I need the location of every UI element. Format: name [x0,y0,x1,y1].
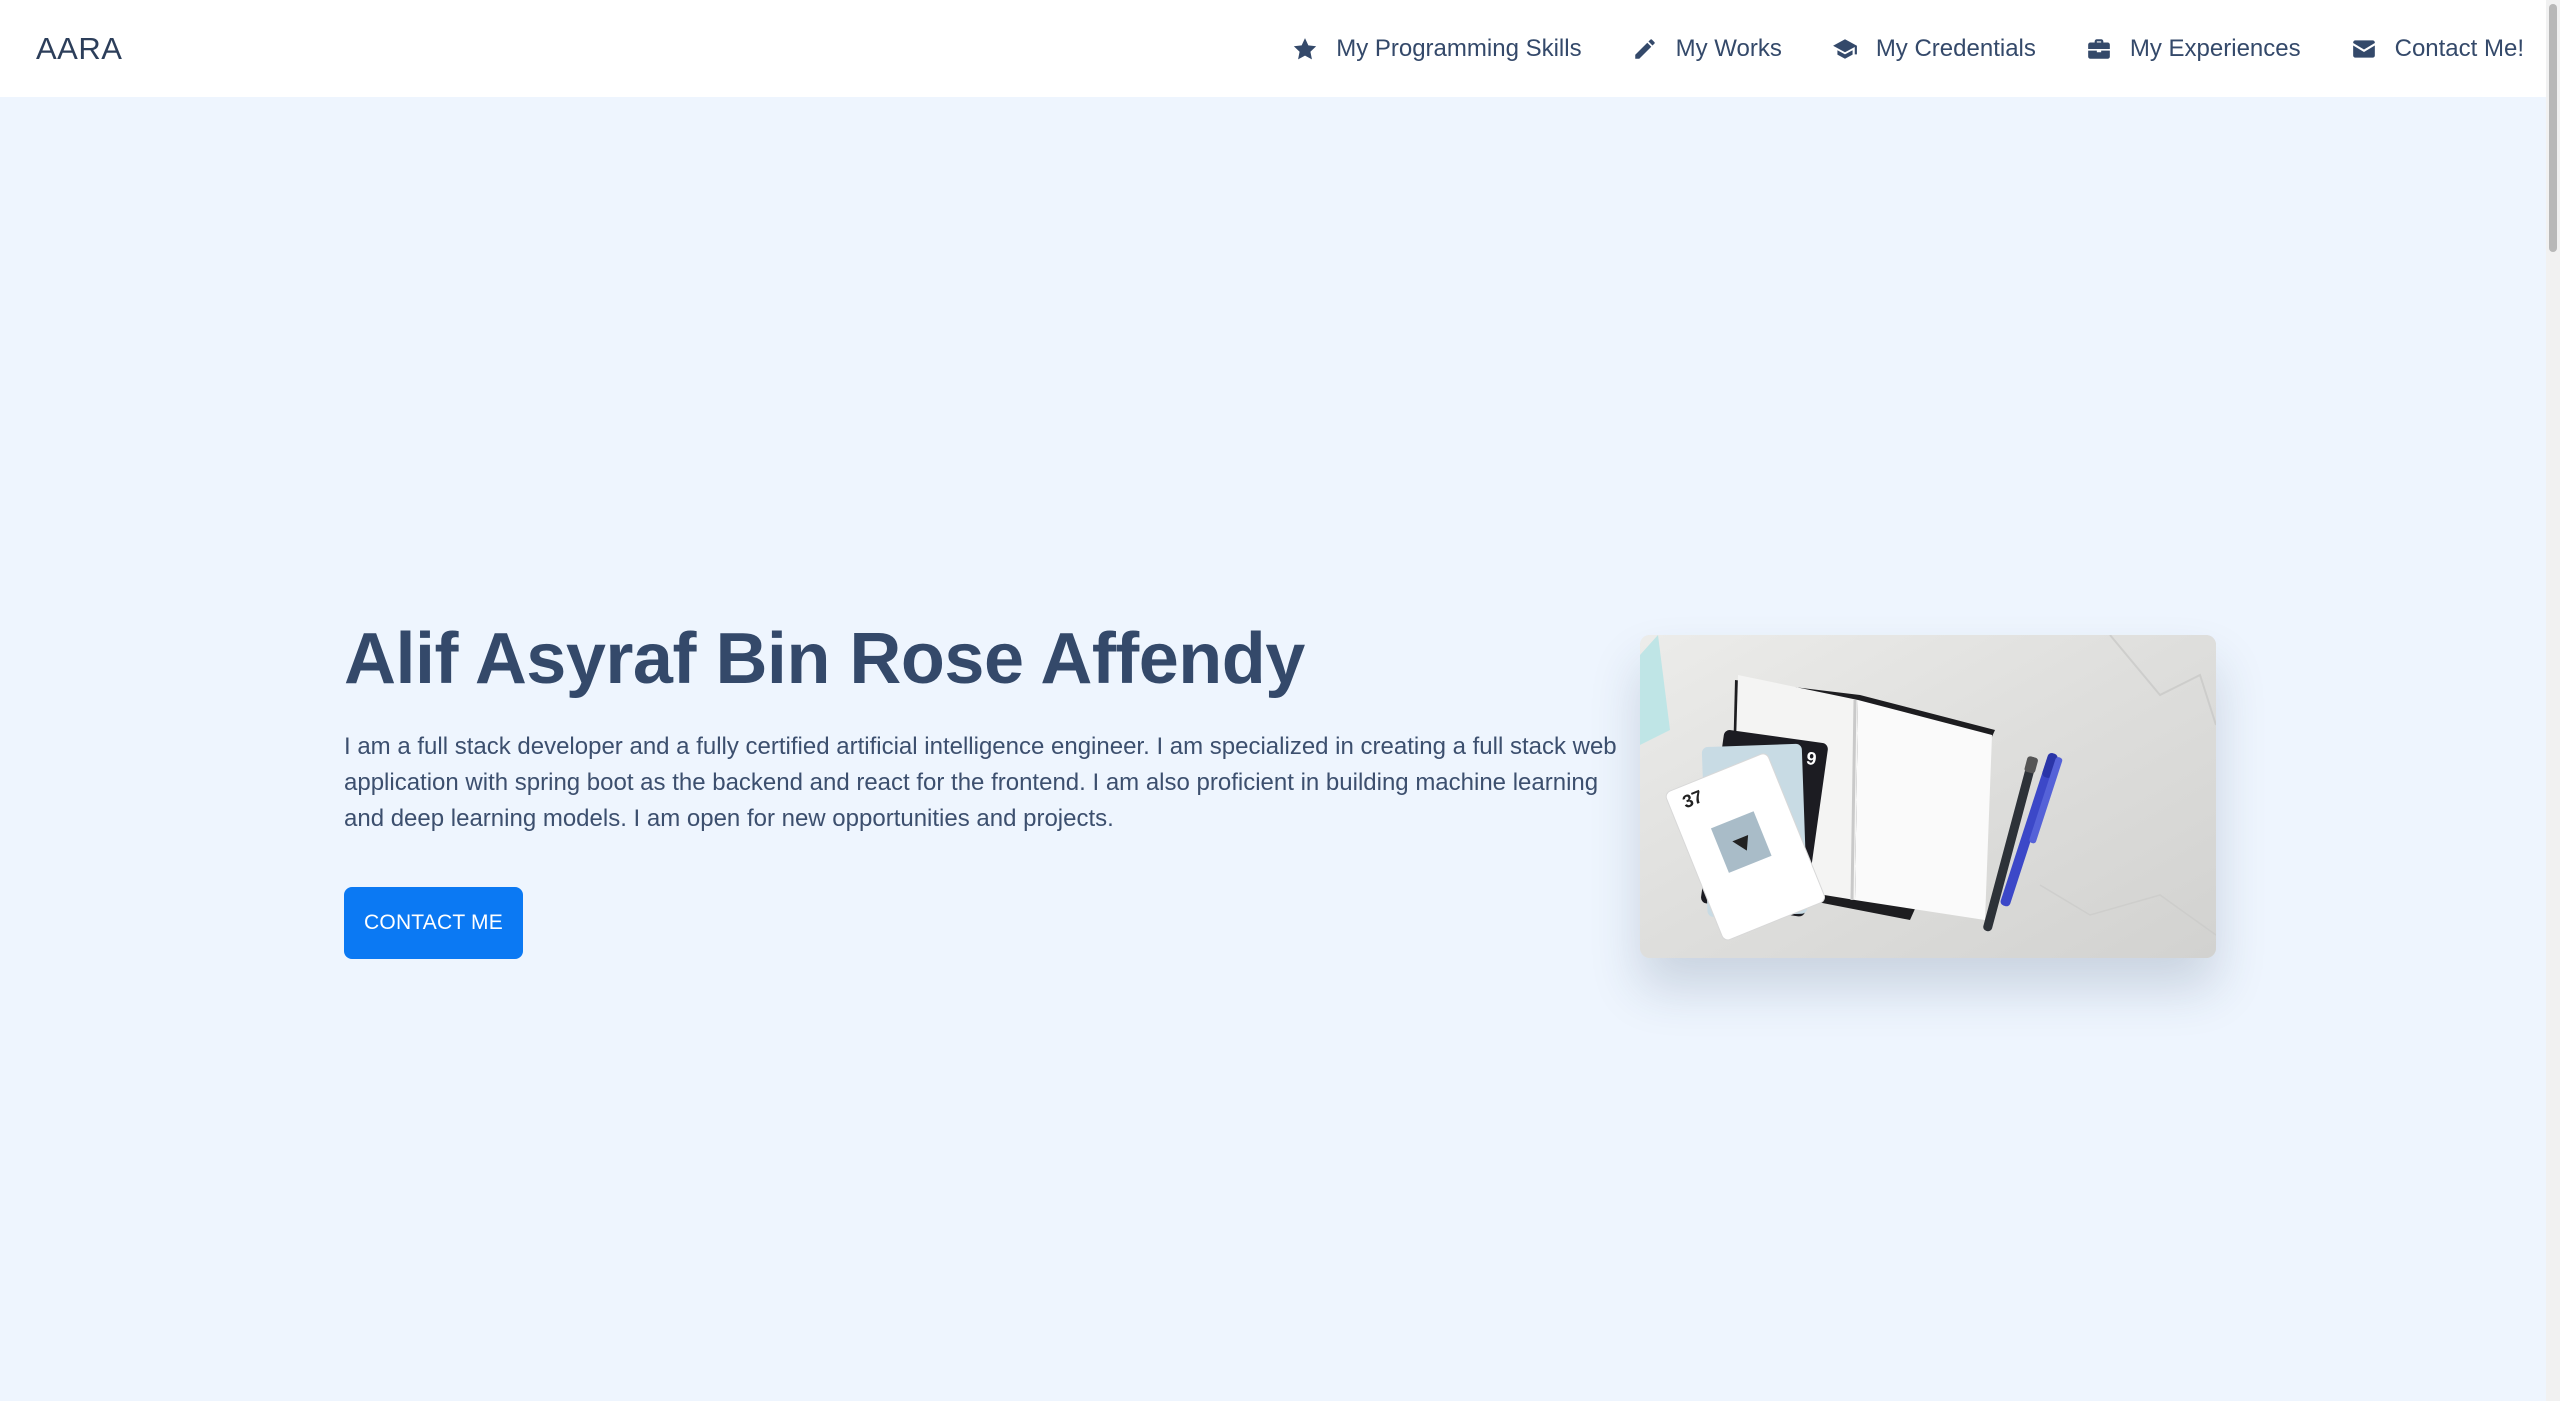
navbar: AARA My Programming Skills My Works My C… [0,0,2546,97]
nav-item-label: Contact Me! [2394,34,2524,62]
hero-description: I am a full stack developer and a fully … [344,733,1617,833]
hero-image: 9 37 [1640,635,2216,958]
hero-title: Alif Asyraf Bin Rose Affendy [344,619,1305,699]
notebook-pens-cards-photo: 9 37 [1640,635,2216,958]
star-icon [1292,36,1318,62]
nav-item-label: My Credentials [1875,34,2036,62]
nav-item-experiences[interactable]: My Experiences [2086,35,2301,63]
pencil-icon [1632,36,1658,62]
page: AARA My Programming Skills My Works My C… [0,0,2560,1401]
nav-item-label: My Experiences [2129,34,2301,62]
scrollbar[interactable] [2546,0,2560,1401]
nav-item-label: My Programming Skills [1336,34,1582,62]
brand-logo[interactable]: AARA [36,31,122,67]
graduation-cap-icon [1832,36,1858,62]
nav-item-credentials[interactable]: My Credentials [1832,35,2036,63]
nav-item-label: My Works [1675,34,1782,62]
nav-menu: My Programming Skills My Works My Creden… [1292,35,2524,63]
nav-item-programming-skills[interactable]: My Programming Skills [1292,34,1582,63]
contact-me-button[interactable]: CONTACT ME [344,887,523,959]
scrollbar-thumb[interactable] [2549,4,2557,252]
nav-item-contact[interactable]: Contact Me! [2351,35,2524,63]
nav-item-works[interactable]: My Works [1632,35,1782,63]
hero-text: Alif Asyraf Bin Rose Affendy I am a full… [344,619,1624,837]
briefcase-icon [2086,36,2112,62]
envelope-icon [2351,36,2377,62]
